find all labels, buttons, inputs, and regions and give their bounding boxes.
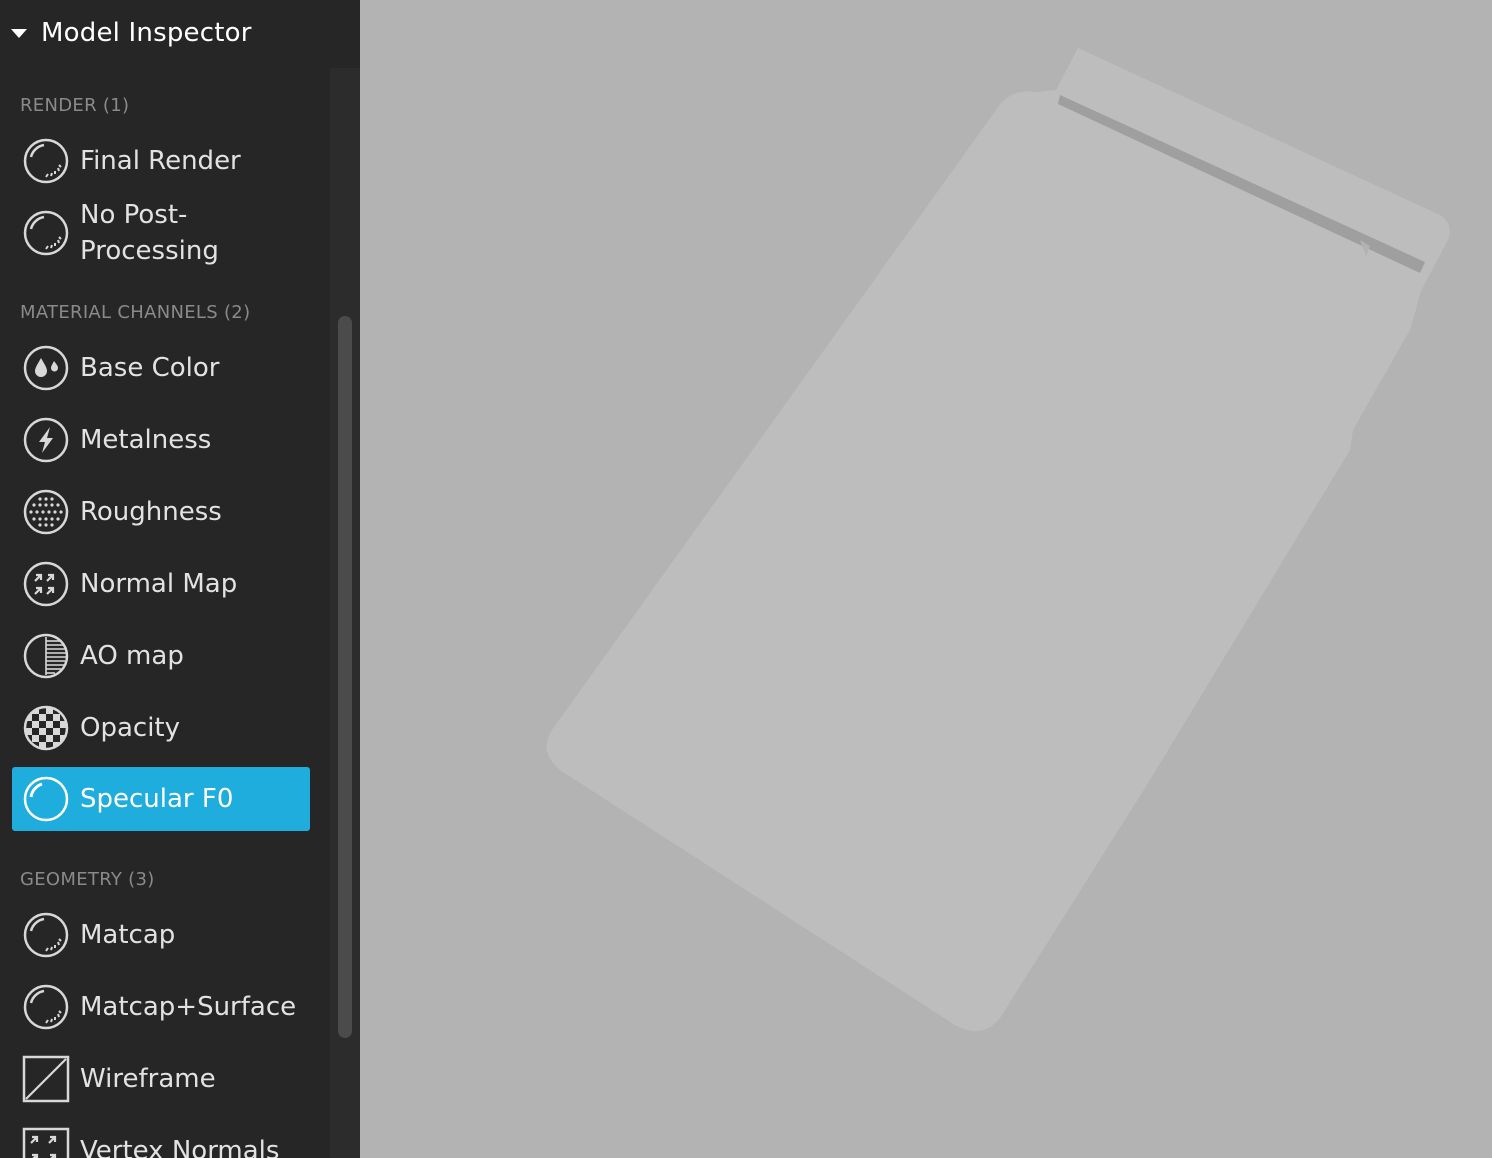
item-label: Specular F0 [80,784,234,814]
item-vertex-normals[interactable]: Vertex Normals [12,1119,310,1158]
item-base-color[interactable]: Base Color [12,336,310,400]
section-material-channels: MATERIAL CHANNELS (2) [20,302,251,323]
item-opacity[interactable]: Opacity [12,696,310,760]
item-metalness[interactable]: Metalness [12,408,310,472]
panel-header[interactable]: Model Inspector [0,0,360,66]
item-roughness[interactable]: Roughness [12,480,310,544]
droplets-icon [23,345,69,391]
item-label: Vertex Normals [80,1136,280,1158]
item-matcap-surface[interactable]: Matcap+Surface [12,975,310,1039]
inspector-list: RENDER (1) Final Render No Post- Process… [0,68,330,1158]
item-final-render[interactable]: Final Render [12,129,310,193]
model-silhouette [546,48,1450,1032]
item-label-line1: No Post- [80,200,188,230]
arrows-sphere-icon [23,561,69,607]
render-sphere-icon [23,138,69,184]
caret-down-icon[interactable] [11,28,27,38]
item-label-line2: Processing [80,236,219,266]
item-specular-f0[interactable]: Specular F0 [12,767,310,831]
render-sphere-icon [23,210,69,256]
specular-sphere-icon [23,776,69,822]
scrollbar-track[interactable] [330,68,360,1158]
half-shaded-sphere-icon [23,633,69,679]
model-inspector-panel: Model Inspector RENDER (1) Final Render … [0,0,360,1158]
item-label: Metalness [80,425,212,455]
wireframe-icon [22,1055,70,1103]
scrollbar-thumb[interactable] [338,316,352,1038]
item-label: Normal Map [80,569,238,599]
matcap-sphere-icon [23,912,69,958]
dotted-sphere-icon [23,489,69,535]
item-matcap[interactable]: Matcap [12,903,310,967]
section-geometry: GEOMETRY (3) [20,869,155,890]
item-wireframe[interactable]: Wireframe [12,1047,310,1111]
item-label: Base Color [80,353,220,383]
item-label: Matcap+Surface [80,992,297,1022]
lightning-icon [23,417,69,463]
item-no-post-processing[interactable]: No Post- Processing [12,197,310,269]
section-render: RENDER (1) [20,95,130,116]
item-label: AO map [80,641,184,671]
item-label: Matcap [80,920,176,950]
checker-sphere-icon [23,705,69,751]
vertex-normals-icon [22,1127,70,1158]
item-label: Roughness [80,497,222,527]
panel-title: Model Inspector [41,18,252,48]
item-normal-map[interactable]: Normal Map [12,552,310,616]
item-label: Final Render [80,146,241,176]
3d-viewport[interactable] [360,0,1492,1158]
item-ao-map[interactable]: AO map [12,624,310,688]
item-label: Opacity [80,713,181,743]
matcap-sphere-icon [23,984,69,1030]
item-label: Wireframe [80,1064,216,1094]
